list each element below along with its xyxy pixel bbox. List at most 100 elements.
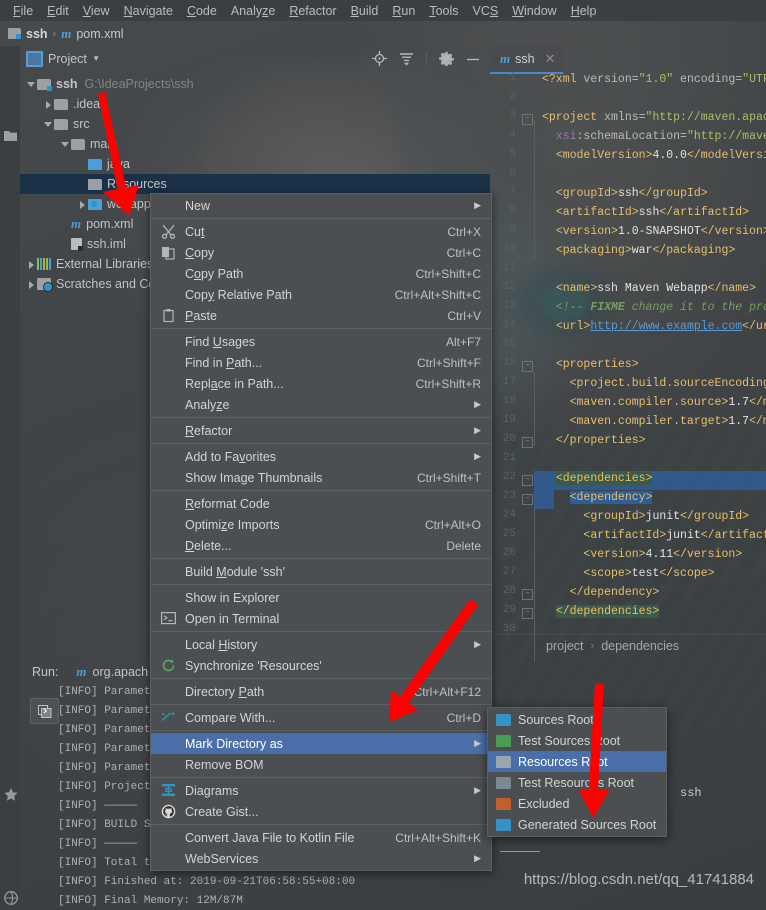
- menu-item-find-in-path[interactable]: Find in Path... Ctrl+Shift+F: [151, 352, 491, 373]
- console-toggle-button[interactable]: [30, 698, 59, 724]
- code-fold-toggle[interactable]: –: [522, 475, 533, 486]
- tree-expand-arrow[interactable]: [77, 199, 88, 210]
- menu-item-analyze[interactable]: Analyze ▶: [151, 394, 491, 415]
- tree-item-src[interactable]: src: [20, 114, 490, 134]
- breadcrumb-project[interactable]: ssh: [26, 27, 48, 41]
- menu-build[interactable]: Build: [344, 2, 386, 20]
- tree-item-resources[interactable]: Resources: [20, 174, 490, 194]
- tree-item-java[interactable]: java: [20, 154, 490, 174]
- menu-item-optimize-imports[interactable]: Optimize Imports Ctrl+Alt+O: [151, 514, 491, 535]
- code-line[interactable]: 11: [490, 262, 766, 281]
- code-line[interactable]: 6: [490, 167, 766, 186]
- menu-item-find-usages[interactable]: Find Usages Alt+F7: [151, 331, 491, 352]
- menu-edit[interactable]: Edit: [40, 2, 76, 20]
- menu-item-show-in-explorer[interactable]: Show in Explorer: [151, 587, 491, 608]
- breadcrumb-file[interactable]: pom.xml: [76, 27, 123, 41]
- minimize-icon[interactable]: [466, 53, 480, 65]
- code-line[interactable]: 8 <artifactId>ssh</artifactId>: [490, 205, 766, 224]
- tree-item-ssh[interactable]: ssh G:\IdeaProjects\ssh: [20, 74, 490, 94]
- code-line[interactable]: 15: [490, 338, 766, 357]
- run-config-name[interactable]: org.apach: [93, 665, 149, 679]
- code-line[interactable]: 2: [490, 91, 766, 110]
- tree-expand-arrow[interactable]: [26, 79, 37, 90]
- editor-breadcrumb-item[interactable]: dependencies: [601, 639, 679, 653]
- code-line[interactable]: 18 <maven.compiler.source>1.7</mav: [490, 395, 766, 414]
- menu-item-cut[interactable]: Cut Ctrl+X: [151, 221, 491, 242]
- code-line[interactable]: 27 <scope>test</scope>: [490, 566, 766, 585]
- menu-item-add-to-favorites[interactable]: Add to Favorites ▶: [151, 446, 491, 467]
- code-fold-toggle[interactable]: –: [522, 589, 533, 600]
- menu-item-build-module-ssh[interactable]: Build Module 'ssh': [151, 561, 491, 582]
- menu-item-directory-path[interactable]: Directory Path Ctrl+Alt+F12: [151, 681, 491, 702]
- code-line[interactable]: 17 <project.build.sourceEncoding>U: [490, 376, 766, 395]
- tree-expand-arrow[interactable]: [43, 99, 54, 110]
- code-line[interactable]: 12 <name>ssh Maven Webapp</name>: [490, 281, 766, 300]
- menu-window[interactable]: Window: [505, 2, 563, 20]
- code-line[interactable]: 28– </dependency>: [490, 585, 766, 604]
- submenu-item-resources-root[interactable]: Resources Root: [488, 751, 666, 772]
- tree-expand-arrow[interactable]: [60, 139, 71, 150]
- menu-item-mark-directory-as[interactable]: Mark Directory as ▶: [151, 733, 491, 754]
- submenu-item-test-resources-root[interactable]: Test Resources Root: [488, 772, 666, 793]
- menu-item-delete[interactable]: Delete... Delete: [151, 535, 491, 556]
- mark-directory-as-submenu[interactable]: Sources Root Test Sources Root Resources R…: [487, 707, 667, 837]
- code-fold-toggle[interactable]: –: [522, 114, 533, 125]
- code-line[interactable]: 24 <groupId>junit</groupId>: [490, 509, 766, 528]
- menu-item-webservices[interactable]: WebServices ▶: [151, 848, 491, 869]
- menu-tools[interactable]: Tools: [422, 2, 465, 20]
- code-fold-toggle[interactable]: –: [522, 494, 533, 505]
- tree-expand-arrow[interactable]: [26, 259, 37, 270]
- menu-item-remove-bom[interactable]: Remove BOM: [151, 754, 491, 775]
- editor-breadcrumb-item[interactable]: project: [546, 639, 584, 653]
- menu-item-replace-in-path[interactable]: Replace in Path... Ctrl+Shift+R: [151, 373, 491, 394]
- menu-vcs[interactable]: VCS: [466, 2, 506, 20]
- menu-run[interactable]: Run: [385, 2, 422, 20]
- tab-ssh[interactable]: m ssh ✕: [490, 46, 564, 74]
- menu-analyze[interactable]: Analyze: [224, 2, 282, 20]
- locate-icon[interactable]: [372, 51, 387, 66]
- menu-item-synchronize-resources[interactable]: Synchronize 'Resources': [151, 655, 491, 676]
- menu-item-convert-java-file-to-kotlin-file[interactable]: Convert Java File to Kotlin File Ctrl+Alt…: [151, 827, 491, 848]
- code-line[interactable]: 9 <version>1.0-SNAPSHOT</version>: [490, 224, 766, 243]
- menu-view[interactable]: View: [76, 2, 117, 20]
- code-line[interactable]: 4 xsi:schemaLocation="http://maven.: [490, 129, 766, 148]
- code-line[interactable]: 7 <groupId>ssh</groupId>: [490, 186, 766, 205]
- menu-item-local-history[interactable]: Local History ▶: [151, 634, 491, 655]
- menu-item-paste[interactable]: Paste Ctrl+V: [151, 305, 491, 326]
- sidebar-item-project[interactable]: 1: Project: [0, 52, 7, 101]
- menu-item-refactor[interactable]: Refactor ▶: [151, 420, 491, 441]
- code-fold-toggle[interactable]: –: [522, 361, 533, 372]
- tree-item--idea[interactable]: .idea: [20, 94, 490, 114]
- project-panel-title[interactable]: Project: [48, 52, 87, 66]
- code-line[interactable]: 25 <artifactId>junit</artifactId: [490, 528, 766, 547]
- menu-item-copy-relative-path[interactable]: Copy Relative Path Ctrl+Alt+Shift+C: [151, 284, 491, 305]
- chevron-down-icon[interactable]: ▾: [94, 53, 99, 64]
- close-icon[interactable]: ✕: [545, 51, 556, 67]
- submenu-item-test-sources-root[interactable]: Test Sources Root: [488, 730, 666, 751]
- menu-navigate[interactable]: Navigate: [117, 2, 180, 20]
- code-line[interactable]: 5 <modelVersion>4.0.0</modelVersion: [490, 148, 766, 167]
- tree-expand-arrow[interactable]: [26, 279, 37, 290]
- menu-item-reformat-code[interactable]: Reformat Code: [151, 493, 491, 514]
- code-editor[interactable]: 1<?xml version="1.0" encoding="UTF-823–<…: [490, 72, 766, 662]
- menu-item-copy-path[interactable]: Copy Path Ctrl+Shift+C: [151, 263, 491, 284]
- submenu-item-excluded[interactable]: Excluded: [488, 793, 666, 814]
- menu-refactor[interactable]: Refactor: [282, 2, 343, 20]
- menu-file[interactable]: File: [6, 2, 40, 20]
- code-line[interactable]: 22– <dependencies>: [490, 471, 766, 490]
- code-line[interactable]: 29– </dependencies>: [490, 604, 766, 623]
- menu-item-create-gist[interactable]: Create Gist...: [151, 801, 491, 822]
- tree-item-main[interactable]: main: [20, 134, 490, 154]
- code-fold-toggle[interactable]: –: [522, 437, 533, 448]
- menu-item-open-in-terminal[interactable]: Open in Terminal: [151, 608, 491, 629]
- code-line[interactable]: 23– <dependency>: [490, 490, 766, 509]
- code-line[interactable]: 14 <url>http://www.example.com</url>: [490, 319, 766, 338]
- expand-collapse-icon[interactable]: [399, 52, 414, 66]
- submenu-item-sources-root[interactable]: Sources Root: [488, 709, 666, 730]
- sidebar-item-favorites[interactable]: 2: Favorites: [0, 706, 7, 766]
- code-line[interactable]: 3–<project xmlns="http://maven.apache: [490, 110, 766, 129]
- code-line[interactable]: 13 <!-- FIXME change it to the proje: [490, 300, 766, 319]
- menu-help[interactable]: Help: [564, 2, 604, 20]
- code-fold-toggle[interactable]: –: [522, 608, 533, 619]
- sidebar-item-web[interactable]: Web: [0, 836, 7, 859]
